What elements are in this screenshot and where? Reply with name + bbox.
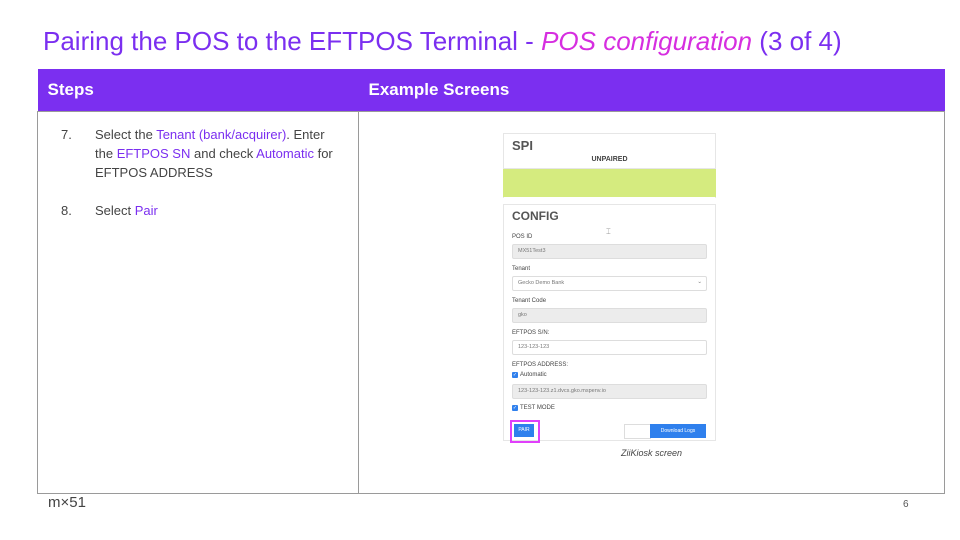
step-highlight-automatic: Automatic [256, 146, 314, 161]
pos-id-label: POS ID [512, 234, 533, 240]
pair-button[interactable]: PAIR [514, 424, 534, 437]
eftpos-sn-field[interactable]: 123-123-123 [512, 340, 707, 355]
screens-cell: SPI UNPAIRED CONFIG ⌶ POS ID MX51Test3 T… [358, 111, 945, 494]
page-number: 6 [903, 499, 909, 510]
tenant-select[interactable]: Gecko Demo Bank ⌄ [512, 276, 707, 291]
blank-button[interactable] [624, 424, 651, 439]
steps-header: Steps [37, 69, 359, 112]
checkbox-checked-icon: ✓ [512, 372, 518, 378]
download-logs-button[interactable]: Download Logs [650, 424, 706, 438]
slide-title: Pairing the POS to the EFTPOS Terminal -… [43, 26, 842, 57]
step-item: 7. Select the Tenant (bank/acquirer). En… [61, 125, 339, 182]
step-text-part: Select [95, 203, 135, 218]
status-color-bar [503, 169, 716, 197]
step-number: 7. [61, 127, 72, 142]
test-mode-checkbox[interactable]: ✓ TEST MODE [512, 405, 555, 411]
automatic-checkbox[interactable]: ✓ Automatic [512, 372, 547, 378]
pair-highlight-box: PAIR [510, 420, 540, 443]
eftpos-sn-value: 123-123-123 [518, 344, 550, 350]
tenant-code-value: gko [518, 312, 527, 318]
tenant-code-field[interactable]: gko [512, 308, 707, 323]
table-header-row: Steps Example Screens [37, 69, 945, 112]
mouse-cursor-icon: ⌶ [606, 227, 611, 236]
tenant-label: Tenant [512, 266, 531, 272]
steps-list: 7. Select the Tenant (bank/acquirer). En… [39, 113, 357, 220]
config-title: CONFIG [512, 209, 559, 223]
step-highlight-pair: Pair [134, 203, 158, 218]
step-text-part: and check [190, 146, 257, 161]
table-body-row: 7. Select the Tenant (bank/acquirer). En… [37, 111, 945, 494]
spi-title: SPI [512, 138, 533, 153]
pos-id-value: MX51Test3 [518, 248, 546, 254]
eftpos-sn-label: EFTPOS S/N: [512, 330, 550, 336]
mx51-logo: m×51 [48, 494, 86, 511]
checkbox-checked-icon: ✓ [512, 405, 518, 411]
title-part-1: Pairing the POS to the EFTPOS Terminal - [43, 26, 542, 56]
example-screens-header: Example Screens [358, 69, 945, 112]
step-highlight-tenant: Tenant (bank/acquirer) [156, 127, 287, 142]
tenant-code-label: Tenant Code [512, 298, 547, 304]
config-panel: CONFIG ⌶ POS ID MX51Test3 Tenant Gecko D… [503, 204, 716, 443]
step-number: 8. [61, 203, 72, 218]
test-mode-label: TEST MODE [520, 405, 555, 411]
eftpos-address-label: EFTPOS ADDRESS: [512, 362, 569, 368]
automatic-label: Automatic [520, 372, 547, 378]
tenant-value: Gecko Demo Bank [518, 280, 565, 286]
eftpos-address-value: 123-123-123.z1.dvcs.gko.mspenv.io [518, 388, 606, 394]
kiosk-screenshot: SPI UNPAIRED CONFIG ⌶ POS ID MX51Test3 T… [503, 133, 716, 443]
step-text-part: Select the [95, 127, 157, 142]
title-part-3: (3 of 4) [752, 26, 842, 56]
steps-table: Steps Example Screens 7. Select the Tena… [37, 69, 945, 494]
step-item: 8. Select Pair [61, 201, 339, 220]
eftpos-address-field[interactable]: 123-123-123.z1.dvcs.gko.mspenv.io [512, 384, 707, 399]
chevron-down-icon: ⌄ [697, 279, 702, 285]
step-text: Select Pair [95, 201, 158, 220]
steps-cell: 7. Select the Tenant (bank/acquirer). En… [37, 111, 359, 494]
step-highlight-eftpos-sn: EFTPOS SN [116, 146, 191, 161]
pairing-status: UNPAIRED [591, 156, 628, 163]
screenshot-caption: ZiiKiosk screen [620, 448, 683, 458]
title-accent: POS configuration [541, 26, 753, 56]
step-text: Select the Tenant (bank/acquirer). Enter… [95, 125, 339, 182]
pos-id-field[interactable]: MX51Test3 [512, 244, 707, 259]
